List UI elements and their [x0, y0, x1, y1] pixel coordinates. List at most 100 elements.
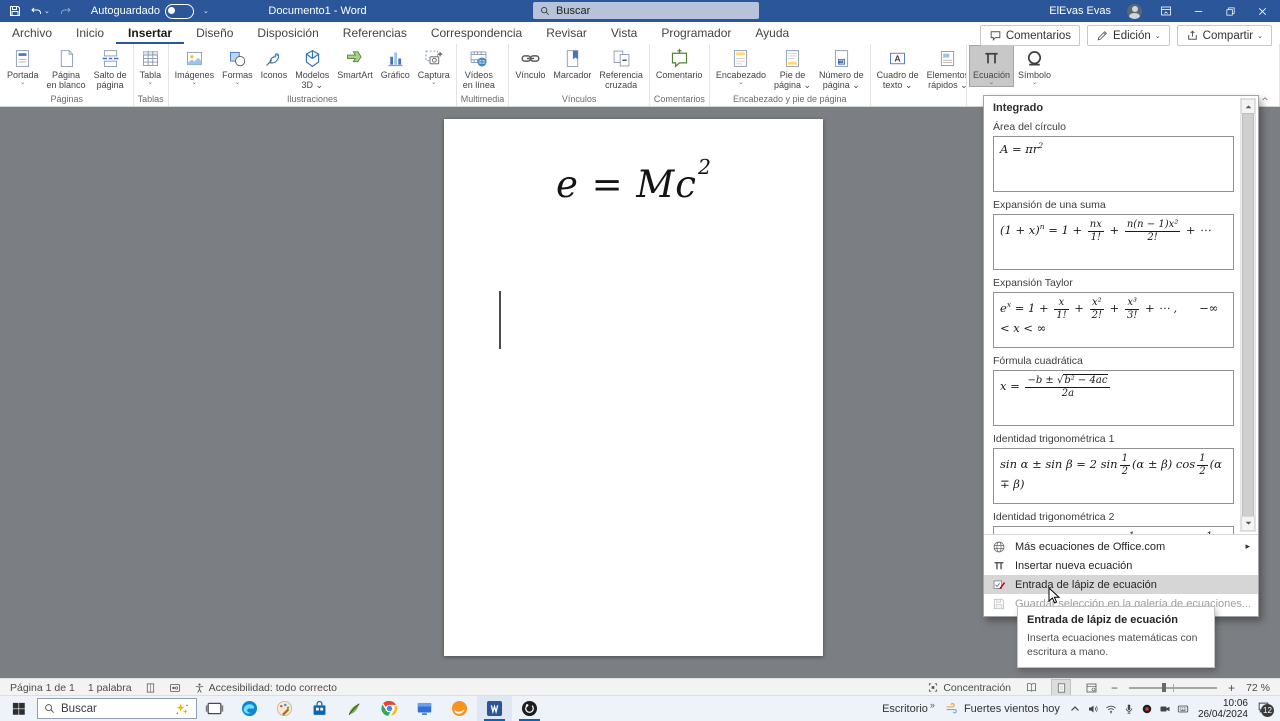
equation-gallery-item[interactable]: cos α + cos β = 2 cos12(α + β) cos12(α −… [993, 526, 1234, 534]
taskbar-app-chrome[interactable] [372, 696, 407, 721]
ribbon-button-cuadro-de-texto[interactable]: Cuadro de texto ⌄ [873, 45, 923, 91]
copilot-sparkle-icon[interactable] [174, 702, 190, 716]
equation-gallery-item[interactable]: x = −b ± √b² − 4ac 2a [993, 370, 1234, 426]
proofing-icon[interactable] [145, 682, 156, 694]
ribbon-button-portada[interactable]: Portada ⌄ [3, 45, 43, 87]
ribbon-button-salto-de-p-gina[interactable]: Salto de página [90, 45, 131, 91]
zoom-level[interactable]: 72 % [1246, 682, 1270, 694]
edición-button[interactable]: Edición ⌄ [1087, 25, 1170, 46]
taskbar-app-word[interactable] [477, 696, 512, 721]
taskbar-app-orange[interactable] [442, 696, 477, 721]
autosave-control[interactable]: Autoguardado [91, 3, 194, 19]
restore-button[interactable] [1222, 3, 1238, 19]
tray-mic-icon[interactable] [1123, 703, 1135, 715]
tab-correspondencia[interactable]: Correspondencia [419, 23, 534, 44]
taskbar-search-box[interactable]: Buscar [37, 698, 197, 719]
tab-disposición[interactable]: Disposición [245, 23, 330, 44]
ribbon-button-formas[interactable]: Formas ⌄ [218, 45, 257, 87]
zoom-slider[interactable] [1129, 683, 1218, 692]
ribbon-button-iconos[interactable]: Iconos [257, 45, 292, 81]
ribbon-button-modelos-3d[interactable]: Modelos 3D ⌄ [291, 45, 333, 91]
ribbon-button-v-deos-en-l-nea[interactable]: Vídeos en línea [459, 45, 499, 91]
gallery-scrollbar[interactable] [1240, 98, 1256, 532]
close-button[interactable] [1254, 3, 1270, 19]
taskbar-app-obs[interactable] [512, 696, 547, 721]
desktop-toolbar[interactable]: Escritorio » [882, 700, 935, 715]
ribbon-display-options-icon[interactable] [1158, 3, 1174, 19]
equation-gallery-item[interactable]: A = πr2 [993, 136, 1234, 192]
user-name[interactable]: ElEvas Evas [1049, 5, 1111, 17]
menu-item-entrada-de-l-piz-de-ecuaci-n[interactable]: Entrada de lápiz de ecuación [984, 575, 1258, 594]
ribbon-button-comentario[interactable]: Comentario [652, 45, 707, 81]
macro-record-icon[interactable] [169, 682, 181, 694]
word-count[interactable]: 1 palabra [88, 682, 132, 694]
accessibility-status[interactable]: Accesibilidad: todo correcto [194, 682, 337, 694]
zoom-in-button[interactable]: + [1228, 681, 1235, 695]
tab-vista[interactable]: Vista [599, 23, 649, 44]
ribbon-button-gr-fico[interactable]: Gráfico [377, 45, 414, 81]
save-icon[interactable] [9, 5, 21, 17]
menu-item-insertar-nueva-ecuaci-n[interactable]: Insertar nueva ecuación [984, 556, 1258, 575]
undo-button[interactable]: ⌄ [30, 5, 50, 17]
ribbon-button-referencia-cruzada[interactable]: Referencia cruzada [595, 45, 647, 91]
tray-cam-icon[interactable] [1159, 703, 1171, 715]
tray-reddot-icon[interactable] [1141, 703, 1153, 715]
taskbar-app-edge[interactable] [232, 696, 267, 721]
zoom-out-button[interactable]: − [1111, 681, 1118, 695]
tab-programador[interactable]: Programador [649, 23, 743, 44]
scrollbar-thumb[interactable] [1242, 113, 1254, 517]
collapse-ribbon-icon[interactable] [1260, 95, 1270, 103]
ribbon-button-im-genes[interactable]: Imágenes ⌄ [171, 45, 219, 87]
equation-gallery-item[interactable]: ex = 1 + x 1! + x² 2! + x³ 3! + ⋯ , −∞ < x <… [993, 292, 1234, 348]
start-button[interactable] [0, 696, 36, 721]
autosave-toggle[interactable] [165, 3, 194, 19]
page-indicator[interactable]: Página 1 de 1 [10, 682, 75, 694]
minimize-button[interactable] [1190, 3, 1206, 19]
taskbar-app-taskview[interactable] [197, 696, 232, 721]
qat-customize-chevron-icon[interactable]: ⌄ [203, 7, 209, 15]
ribbon-button-smartart[interactable]: SmartArt [333, 45, 377, 81]
ribbon-button-v-nculo[interactable]: Vínculo [511, 45, 549, 81]
ribbon-button-encabezado[interactable]: Encabezado ⌄ [712, 45, 770, 87]
avatar[interactable] [1127, 3, 1142, 19]
tab-inicio[interactable]: Inicio [64, 23, 116, 44]
ribbon-button-marcador[interactable]: Marcador [549, 45, 595, 81]
taskbar-clock[interactable]: 10:06 26/04/2024 [1198, 698, 1248, 720]
equation-gallery-item[interactable]: sin α ± sin β = 2 sin 1 2 (α ± β) cos 1 2 (α ∓… [993, 448, 1234, 504]
tray-kbd-icon[interactable] [1177, 703, 1189, 715]
search-box[interactable]: Buscar [533, 2, 759, 19]
ribbon-button-tabla[interactable]: Tabla ⌄ [136, 45, 166, 87]
tab-ayuda[interactable]: Ayuda [743, 23, 801, 44]
tray-chevup-icon[interactable] [1069, 703, 1081, 715]
undo-chevron-icon[interactable]: ⌄ [44, 7, 50, 15]
tray-speaker-icon[interactable] [1087, 703, 1099, 715]
toolbar-overflow-icon[interactable]: » [930, 700, 935, 710]
focus-mode-button[interactable]: Concentración [927, 682, 1011, 694]
tab-archivo[interactable]: Archivo [0, 23, 64, 44]
tab-diseño[interactable]: Diseño [184, 23, 245, 44]
ribbon-button-captura[interactable]: Captura ⌄ [414, 45, 454, 87]
tab-revisar[interactable]: Revisar [534, 23, 599, 44]
comentarios-button[interactable]: Comentarios [979, 25, 1081, 46]
ribbon-button-p-gina-en-blanco[interactable]: Página en blanco [43, 45, 90, 91]
compartir-button[interactable]: Compartir ⌄ [1176, 25, 1272, 46]
ribbon-button-n-mero-de-p-gina[interactable]: Número de página ⌄ [815, 45, 868, 91]
notification-center-button[interactable]: 12 [1257, 701, 1274, 717]
print-layout-view-button[interactable] [1051, 679, 1072, 696]
tab-insertar[interactable]: Insertar [116, 23, 185, 44]
tray-net-icon[interactable] [1105, 703, 1117, 715]
ribbon-button-ecuaci-n[interactable]: Ecuación ⌄ [969, 45, 1015, 87]
read-mode-view-button[interactable] [1022, 680, 1040, 695]
ribbon-button-s-mbolo[interactable]: Símbolo ⌄ [1014, 45, 1055, 87]
web-layout-view-button[interactable] [1082, 680, 1100, 695]
taskbar-app-store[interactable] [302, 696, 337, 721]
weather-widget[interactable]: Fuertes vientos hoy [944, 702, 1060, 715]
tab-referencias[interactable]: Referencias [331, 23, 419, 44]
scroll-down-icon[interactable] [1241, 516, 1255, 531]
taskbar-app-rdp[interactable] [407, 696, 442, 721]
menu-item-m-s-ecuaciones-de-office-com[interactable]: Más ecuaciones de Office.com ▸ [984, 537, 1258, 556]
document-page[interactable]: e = Mc2 [444, 119, 823, 656]
document-equation[interactable]: e = Mc2 [444, 155, 823, 207]
zoom-slider-thumb[interactable] [1162, 683, 1167, 692]
scroll-up-icon[interactable] [1241, 99, 1255, 114]
